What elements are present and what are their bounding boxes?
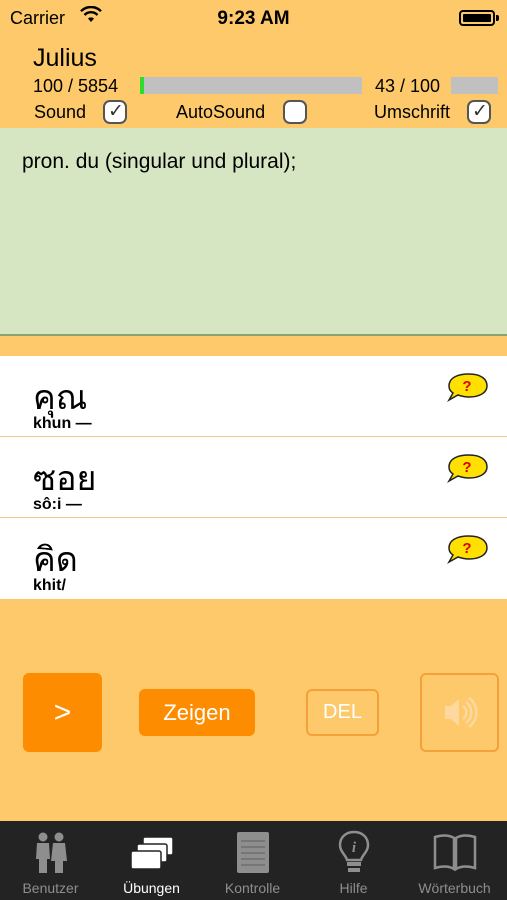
autosound-label: AutoSound [176, 102, 266, 122]
users-icon [35, 832, 67, 873]
next-button[interactable]: > [23, 673, 102, 752]
question-bubble-icon[interactable]: ? [445, 534, 489, 564]
question-bubble-icon[interactable]: ? [445, 453, 489, 483]
word-choice-row[interactable]: คุณ khun — ? [0, 356, 507, 437]
checkmark-icon: ✓ [108, 101, 124, 122]
delete-button[interactable]: DEL [306, 689, 379, 736]
total-progress-label: 100 / 5854 [33, 76, 119, 96]
tab-exercises[interactable]: Übungen [101, 821, 202, 900]
question-bubble-icon[interactable]: ? [445, 372, 489, 402]
tab-label: Hilfe [339, 880, 368, 896]
tab-help[interactable]: i Hilfe [303, 821, 404, 900]
clock-label: 9:23 AM [217, 8, 290, 29]
cards-icon [129, 836, 174, 870]
svg-text:?: ? [462, 540, 471, 557]
sound-label: Sound [34, 102, 87, 122]
tab-users[interactable]: Benutzer [0, 821, 101, 900]
status-bar: Carrier 9:23 AM [0, 0, 507, 40]
user-name: Julius [33, 44, 97, 72]
book-icon [433, 834, 476, 872]
transcription-checkbox[interactable]: ✓ [467, 100, 491, 124]
total-progress-fill [140, 77, 144, 94]
autosound-checkbox[interactable]: ✓ [283, 100, 307, 124]
transliteration: khit/ [33, 577, 66, 594]
tab-control[interactable]: Kontrolle [202, 821, 303, 900]
show-button[interactable]: Zeigen [139, 689, 255, 736]
total-progress-bar [140, 77, 362, 94]
definition-panel: pron. du (singular und plural); [0, 128, 507, 336]
sound-button[interactable] [420, 673, 499, 752]
session-progress-label: 43 / 100 [375, 76, 441, 96]
transliteration: khun — [33, 415, 92, 432]
tab-dictionary[interactable]: Wörterbuch [404, 821, 505, 900]
tab-label: Wörterbuch [418, 880, 491, 896]
tab-label: Kontrolle [224, 880, 281, 896]
lightbulb-icon: i [338, 830, 369, 872]
word-choice-row[interactable]: คิด khit/ ? [0, 518, 507, 599]
transcription-label: Umschrift [374, 102, 450, 122]
word-choice-list: คุณ khun — ? ซอย sô:i — ? คิด khit/ ? [0, 356, 507, 599]
svg-text:i: i [351, 840, 356, 856]
session-progress-bar [451, 77, 498, 94]
notepad-icon [236, 832, 269, 873]
svg-text:?: ? [462, 378, 471, 395]
tab-bar: Benutzer Übungen Kontrolle i Hilfe Wörte… [0, 821, 507, 900]
tab-label: Benutzer [22, 880, 79, 896]
definition-text: pron. du (singular und plural); [22, 150, 297, 173]
word-choice-row[interactable]: ซอย sô:i — ? [0, 437, 507, 518]
transliteration: sô:i — [33, 496, 82, 513]
checkmark-icon: ✓ [472, 101, 488, 122]
svg-text:?: ? [462, 459, 471, 476]
battery-icon [459, 10, 499, 26]
tab-label: Übungen [123, 880, 180, 896]
speaker-icon [445, 696, 478, 729]
sound-checkbox[interactable]: ✓ [103, 100, 127, 124]
